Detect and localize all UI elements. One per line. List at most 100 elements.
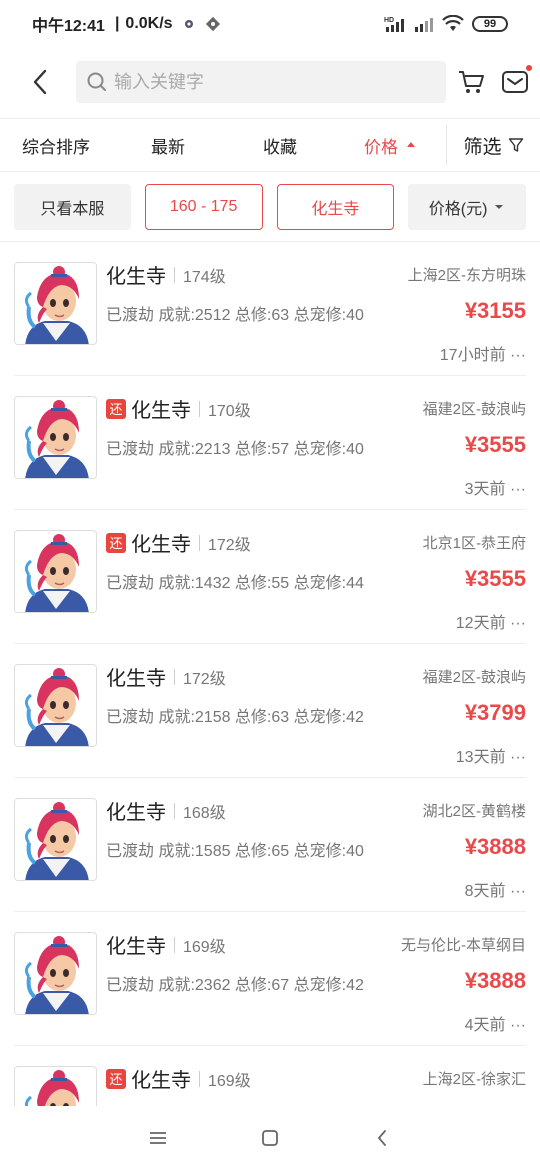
chip-price-sort[interactable]: 价格(元) — [408, 183, 526, 230]
app-notification-icon — [184, 20, 193, 28]
sort-favorites[interactable]: 收藏 — [224, 119, 336, 171]
item-level: 169级 — [183, 938, 226, 956]
item-server: 福建2区-鼓浪屿 — [422, 669, 526, 686]
signal-icon — [415, 18, 433, 32]
divider — [174, 668, 175, 685]
item-price: ¥3155 — [464, 298, 526, 323]
filter-funnel-icon — [508, 138, 523, 152]
item-price: ¥3888 — [464, 834, 526, 859]
item-name: 化生寺 — [131, 534, 191, 556]
return-badge: 还 — [106, 1068, 126, 1089]
list-item[interactable]: 还 化生寺 169级 无与伦比-本草纲目 已渡劫 成就:2362 总修:67 总… — [14, 912, 526, 1046]
search-icon — [87, 72, 106, 91]
character-portrait-icon — [15, 397, 96, 478]
sort-comprehensive[interactable]: 综合排序 — [0, 119, 112, 171]
item-name: 化生寺 — [106, 802, 166, 824]
nav-back-icon — [378, 1130, 386, 1146]
character-avatar — [14, 798, 97, 881]
item-time: 12天前 ··· — [455, 615, 526, 632]
character-portrait-icon — [15, 531, 96, 612]
sort-bar: 综合排序 最新 收藏 价格 筛选 — [0, 118, 540, 172]
item-time: 8天前 ··· — [464, 883, 526, 900]
item-level: 170级 — [208, 402, 251, 420]
item-level: 172级 — [208, 536, 251, 554]
character-avatar — [14, 932, 97, 1015]
item-name: 化生寺 — [131, 1070, 191, 1092]
item-time: 4天前 ··· — [464, 1017, 526, 1034]
item-stats: 已渡劫 成就:2158 总修:63 总宠修:42 — [106, 709, 364, 726]
item-stats: 已渡劫 成就:2213 总修:57 总宠修:40 — [106, 441, 364, 458]
menu-icon — [150, 1132, 166, 1144]
list-item[interactable]: 还 化生寺 174级 上海2区-东方明珠 已渡劫 成就:2512 总修:63 总… — [14, 242, 526, 376]
item-time: 3天前 ··· — [464, 481, 526, 498]
item-server: 福建2区-鼓浪屿 — [422, 401, 526, 418]
battery-icon: 99 — [472, 16, 508, 32]
character-portrait-icon — [15, 263, 96, 344]
item-server: 北京1区-恭王府 — [422, 535, 526, 552]
system-nav-bar — [0, 1106, 540, 1170]
status-bar: 中午12:41 | 0.0K/s HD 99 — [0, 0, 540, 48]
item-server: 上海2区-徐家汇 — [422, 1071, 526, 1088]
search-input[interactable] — [114, 71, 424, 93]
item-level: 172级 — [183, 670, 226, 688]
item-name: 化生寺 — [106, 668, 166, 690]
character-portrait-icon — [15, 1067, 96, 1106]
divider — [174, 266, 175, 283]
item-level: 168级 — [183, 804, 226, 822]
sort-newest[interactable]: 最新 — [112, 119, 224, 171]
chip-school[interactable]: 化生寺 — [276, 183, 395, 230]
item-name: 化生寺 — [131, 400, 191, 422]
messages-button[interactable] — [500, 65, 532, 97]
divider — [174, 936, 175, 953]
unread-dot — [526, 65, 532, 71]
list-item[interactable]: 还 化生寺 170级 福建2区-鼓浪屿 已渡劫 成就:2213 总修:57 总宠… — [14, 376, 526, 510]
list-item[interactable]: 还 化生寺 169级 上海2区-徐家汇 — [14, 1046, 526, 1106]
list-item[interactable]: 还 化生寺 168级 湖北2区-黄鹤楼 已渡劫 成就:1585 总修:65 总宠… — [14, 778, 526, 912]
character-portrait-icon — [15, 665, 96, 746]
item-level: 174级 — [183, 268, 226, 286]
list-item[interactable]: 还 化生寺 172级 福建2区-鼓浪屿 已渡劫 成就:2158 总修:63 总宠… — [14, 644, 526, 778]
item-time: 13天前 ··· — [455, 749, 526, 766]
item-price: ¥3555 — [464, 432, 526, 457]
divider — [174, 802, 175, 819]
item-stats: 已渡劫 成就:1585 总修:65 总宠修:40 — [106, 843, 364, 860]
filter-label: 筛选 — [463, 136, 502, 158]
sort-price-label: 价格 — [364, 137, 398, 157]
search-header — [0, 48, 540, 116]
divider — [199, 1070, 200, 1087]
search-box[interactable] — [76, 61, 446, 103]
item-time: 17小时前 ··· — [439, 347, 526, 364]
item-server: 湖北2区-黄鹤楼 — [422, 803, 526, 820]
item-server: 无与伦比-本草纲目 — [401, 937, 526, 954]
nav-menu-button[interactable] — [102, 1113, 214, 1163]
item-stats: 已渡劫 成就:2362 总修:67 总宠修:42 — [106, 977, 364, 994]
character-avatar — [14, 396, 97, 479]
item-stats: 已渡劫 成就:1432 总修:55 总宠修:44 — [106, 575, 364, 592]
return-badge: 还 — [106, 398, 126, 419]
filter-button[interactable]: 筛选 — [447, 119, 540, 171]
item-name: 化生寺 — [106, 936, 166, 958]
list-item[interactable]: 还 化生寺 172级 北京1区-恭王府 已渡劫 成就:1432 总修:55 总宠… — [14, 510, 526, 644]
item-stats: 已渡劫 成就:2512 总修:63 总宠修:40 — [106, 307, 364, 324]
dropdown-caret-icon — [495, 204, 504, 209]
back-button[interactable] — [14, 56, 66, 108]
sort-price[interactable]: 价格 — [336, 119, 446, 171]
item-price: ¥3799 — [464, 700, 526, 725]
hd-signal-icon: HD — [384, 17, 404, 32]
cart-button[interactable] — [456, 67, 486, 97]
nav-home-button[interactable] — [214, 1113, 326, 1163]
chip-level-range[interactable]: 160 - 175 — [144, 183, 263, 230]
return-badge: 还 — [106, 532, 126, 553]
chip-price-sort-label: 价格(元) — [428, 200, 488, 218]
wifi-icon — [442, 15, 464, 31]
nav-back-button[interactable] — [326, 1113, 438, 1163]
home-square-icon — [262, 1130, 278, 1146]
chip-server-only[interactable]: 只看本服 — [14, 183, 131, 230]
svg-text:HD: HD — [384, 17, 394, 24]
listing-list: 还 化生寺 174级 上海2区-东方明珠 已渡劫 成就:2512 总修:63 总… — [0, 242, 540, 1106]
character-avatar — [14, 262, 97, 345]
character-avatar — [14, 530, 97, 613]
character-portrait-icon — [15, 933, 96, 1014]
character-avatar — [14, 664, 97, 747]
back-arrow-icon — [33, 69, 47, 95]
